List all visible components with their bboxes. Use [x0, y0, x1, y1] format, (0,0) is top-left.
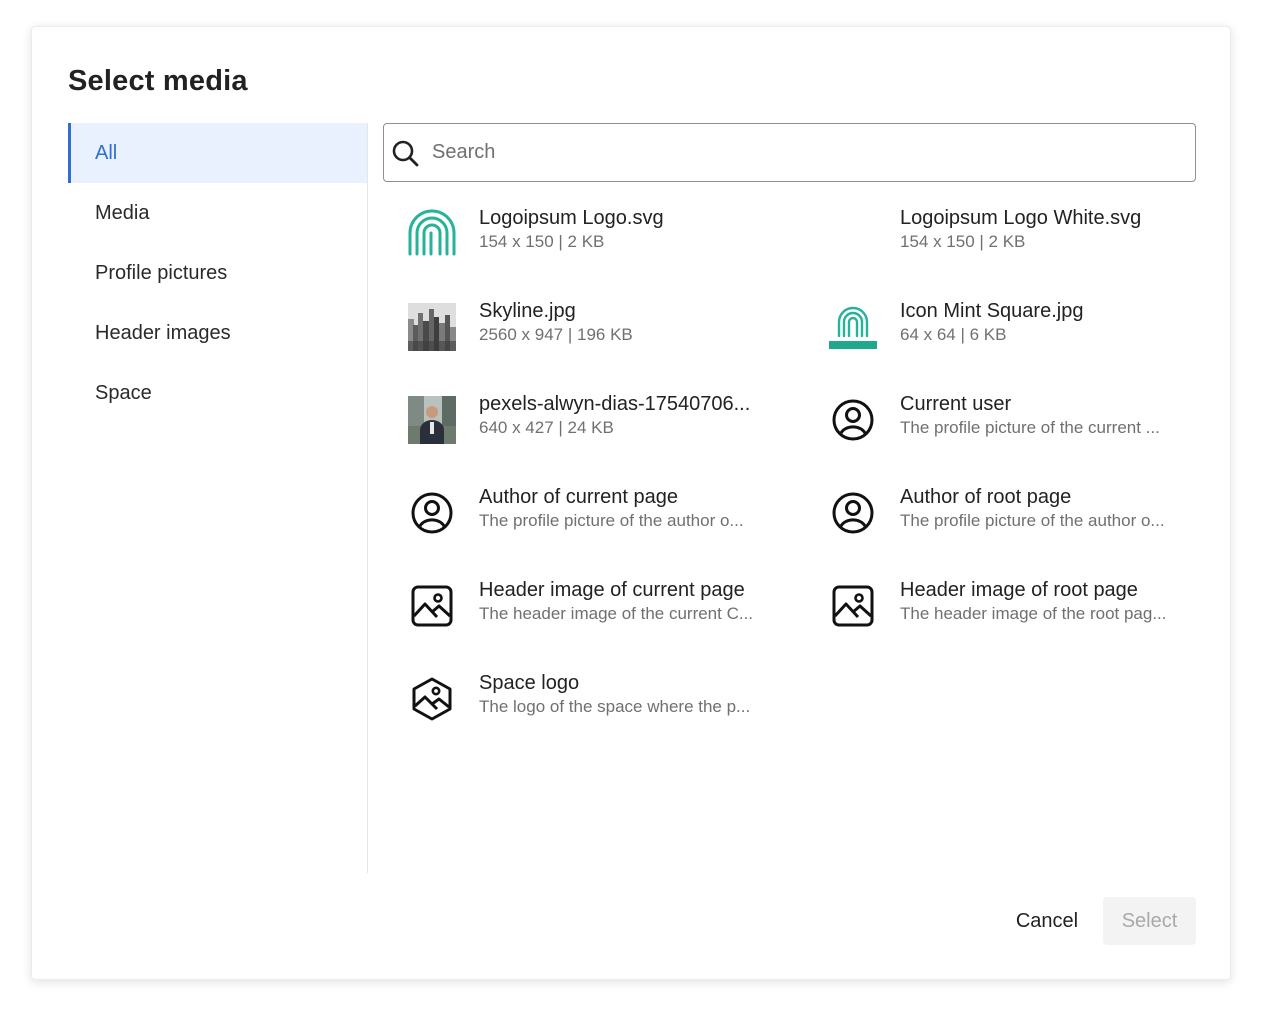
- media-item-subtitle: 2560 x 947 | 196 KB: [479, 325, 633, 344]
- media-item[interactable]: Skyline.jpg 2560 x 947 | 196 KB: [407, 298, 828, 391]
- media-item-subtitle: 154 x 150 | 2 KB: [900, 232, 1026, 251]
- user-circle-icon: [828, 488, 878, 538]
- search-icon: [392, 140, 419, 166]
- media-item-title: pexels-alwyn-dias-17540706...: [479, 393, 751, 415]
- search-box: [383, 123, 1196, 182]
- media-item[interactable]: pexels-alwyn-dias-17540706... 640 x 427 …: [407, 391, 828, 484]
- image-icon: [828, 581, 878, 631]
- user-circle-icon: [828, 395, 878, 445]
- sidebar-item-media[interactable]: Media: [68, 183, 367, 243]
- media-item-title: Skyline.jpg: [479, 300, 576, 322]
- media-item-subtitle: The logo of the space where the p...: [479, 697, 751, 716]
- sidebar: All Media Profile pictures Header images…: [68, 123, 368, 873]
- skyline-thumbnail: [407, 302, 457, 352]
- media-item-title: Space logo: [479, 672, 580, 694]
- media-item-title: Current user: [900, 393, 1012, 415]
- sidebar-item-all[interactable]: All: [68, 123, 367, 183]
- media-item-title: Logoipsum Logo White.svg: [900, 207, 1142, 229]
- media-item-subtitle: 640 x 427 | 24 KB: [479, 418, 614, 437]
- sidebar-item-profile-pictures[interactable]: Profile pictures: [68, 243, 367, 303]
- cancel-button[interactable]: Cancel: [1002, 897, 1092, 945]
- mint-logo-thumbnail: [828, 302, 878, 352]
- user-circle-icon: [407, 488, 457, 538]
- media-item-subtitle: The profile picture of the author o...: [479, 511, 744, 530]
- person-photo-thumbnail: [407, 395, 457, 445]
- media-item[interactable]: Header image of root page The header ima…: [828, 577, 1207, 670]
- media-grid: Logoipsum Logo.svg 154 x 150 | 2 KB Logo…: [407, 205, 1207, 763]
- media-item-title: Icon Mint Square.jpg: [900, 300, 1084, 322]
- media-item[interactable]: Author of current page The profile pictu…: [407, 484, 828, 577]
- image-icon: [407, 581, 457, 631]
- select-button[interactable]: Select: [1103, 897, 1196, 945]
- media-item[interactable]: Current user The profile picture of the …: [828, 391, 1207, 484]
- media-item[interactable]: Logoipsum Logo White.svg 154 x 150 | 2 K…: [828, 205, 1207, 298]
- media-item-subtitle: The profile picture of the author o...: [900, 511, 1165, 530]
- fingerprint-logo-icon: [407, 209, 457, 259]
- media-item-title: Logoipsum Logo.svg: [479, 207, 664, 229]
- hexagon-image-icon: [407, 674, 457, 724]
- dialog-title: Select media: [68, 65, 248, 97]
- sidebar-item-space[interactable]: Space: [68, 363, 367, 423]
- sidebar-item-header-images[interactable]: Header images: [68, 303, 367, 363]
- media-item-subtitle: 154 x 150 | 2 KB: [479, 232, 605, 251]
- media-item[interactable]: Author of root page The profile picture …: [828, 484, 1207, 577]
- select-media-dialog: Select media All Media Profile pictures …: [31, 26, 1231, 980]
- media-item[interactable]: Logoipsum Logo.svg 154 x 150 | 2 KB: [407, 205, 828, 298]
- media-item-subtitle: The header image of the root pag...: [900, 604, 1167, 623]
- media-item[interactable]: Header image of current page The header …: [407, 577, 828, 670]
- media-item[interactable]: Icon Mint Square.jpg 64 x 64 | 6 KB: [828, 298, 1207, 391]
- media-item-title: Header image of current page: [479, 579, 745, 601]
- media-item-title: Author of root page: [900, 486, 1072, 508]
- media-item-title: Author of current page: [479, 486, 679, 508]
- media-item[interactable]: Space logo The logo of the space where t…: [407, 670, 828, 763]
- media-item-subtitle: The profile picture of the current ...: [900, 418, 1160, 437]
- search-input[interactable]: [432, 141, 1172, 164]
- media-item-title: Header image of root page: [900, 579, 1138, 601]
- media-item-subtitle: 64 x 64 | 6 KB: [900, 325, 1007, 344]
- media-item-subtitle: The header image of the current C...: [479, 604, 754, 623]
- blank-thumbnail: [828, 209, 878, 259]
